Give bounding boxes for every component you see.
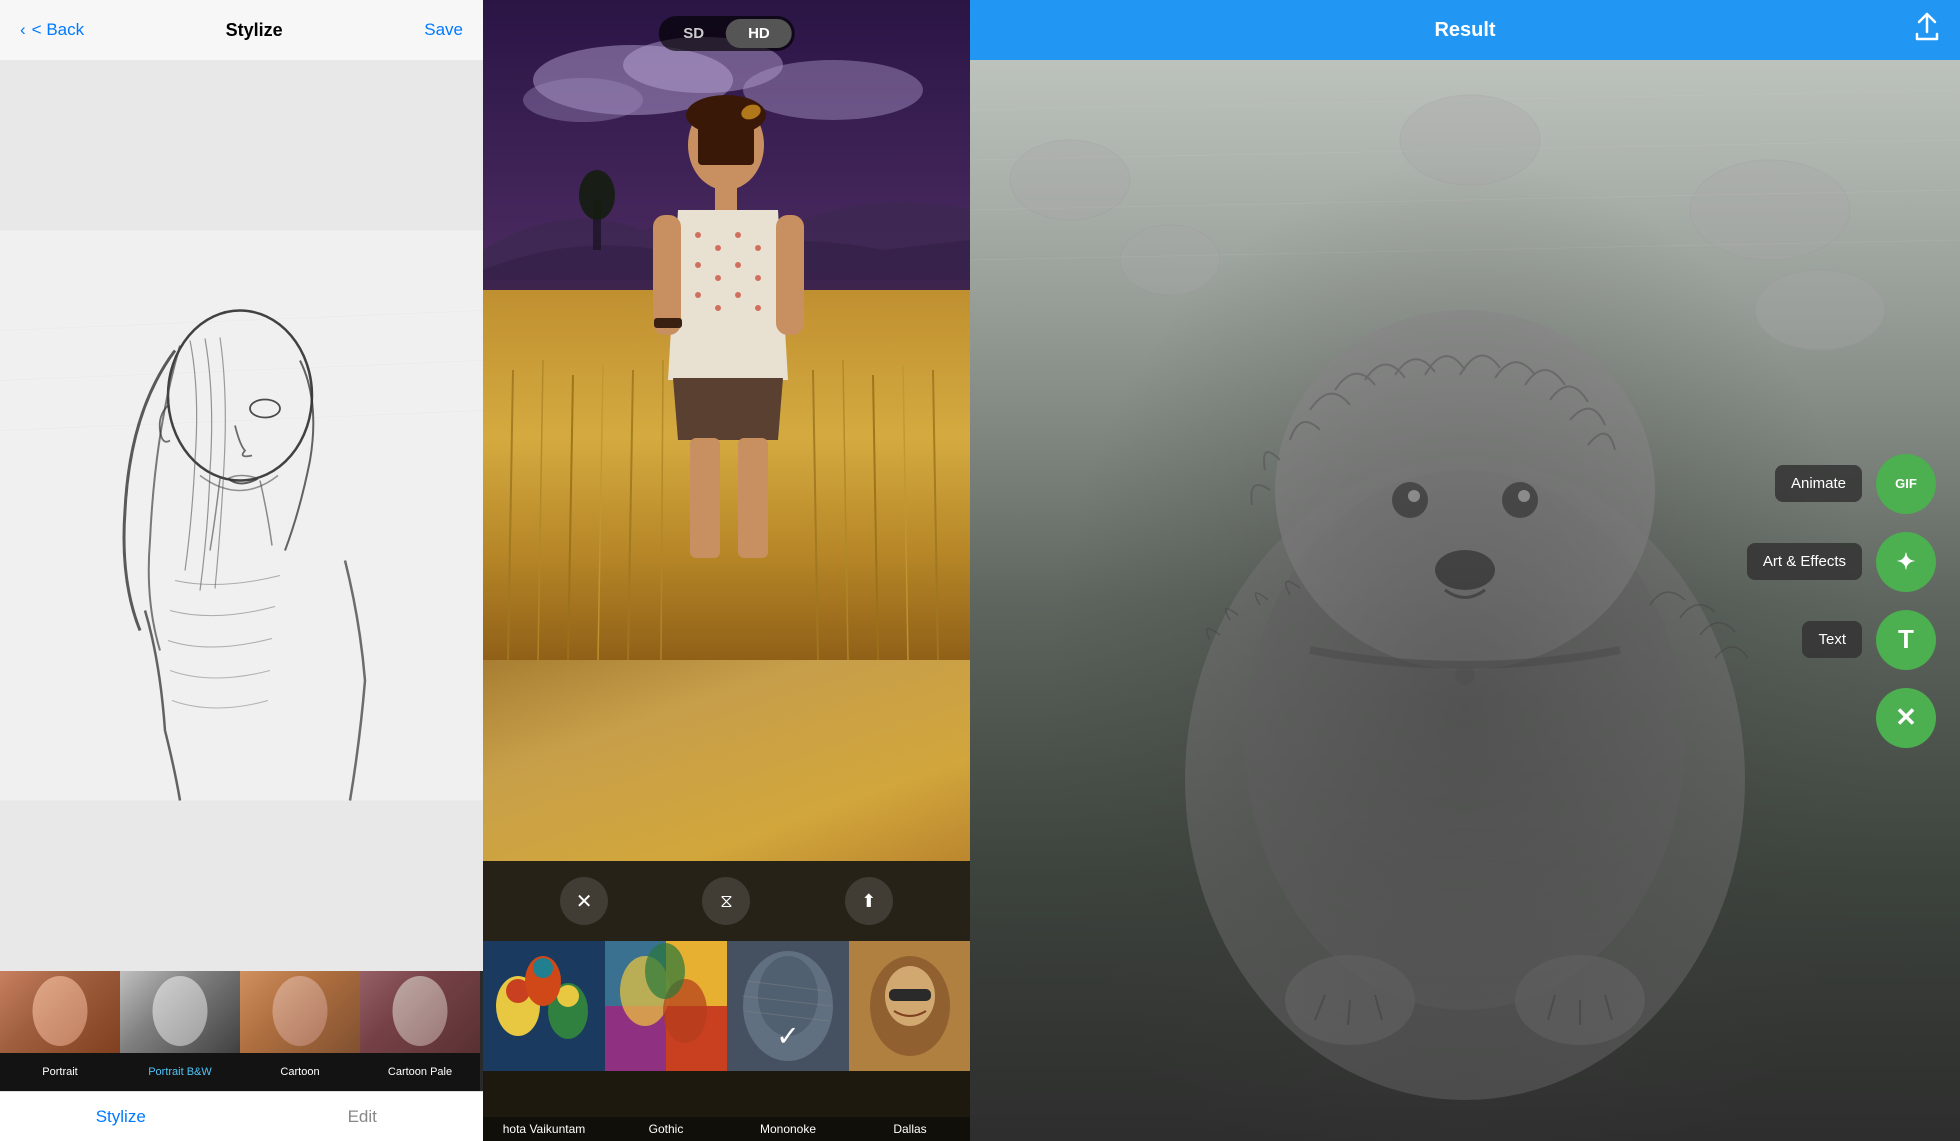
gif-icon: GIF bbox=[1895, 476, 1917, 491]
result-share-button[interactable] bbox=[1914, 12, 1940, 48]
text-label: Text bbox=[1802, 621, 1862, 658]
portrait-face bbox=[33, 976, 88, 1046]
quality-hd-button[interactable]: HD bbox=[726, 19, 792, 48]
result-header: Result bbox=[970, 0, 1960, 60]
edit-tab-label: Edit bbox=[348, 1107, 377, 1127]
quality-toggle: SD HD bbox=[658, 16, 795, 51]
style-item-gothic[interactable]: Gothic bbox=[605, 941, 727, 1141]
result-title: Result bbox=[1434, 19, 1495, 42]
quality-sd-button[interactable]: SD bbox=[661, 19, 726, 48]
dallas-preview bbox=[849, 941, 970, 1071]
cartoon-pale-label: Cartoon Pale bbox=[360, 1053, 480, 1091]
stylize-panel: ‹ < Back Stylize Save bbox=[0, 0, 483, 1141]
chevron-left-icon: ‹ bbox=[20, 20, 26, 40]
tab-stylize[interactable]: Stylize bbox=[0, 1092, 242, 1141]
tab-edit[interactable]: Edit bbox=[242, 1092, 484, 1141]
animate-label: Animate bbox=[1775, 465, 1862, 502]
close-button[interactable]: ✕ bbox=[560, 877, 608, 925]
art-effects-button[interactable]: ✦ bbox=[1876, 532, 1936, 592]
filter-thumb-portrait[interactable]: Portrait bbox=[0, 971, 120, 1091]
vaikuntam-preview bbox=[483, 941, 605, 1071]
mononoke-selected-check: ✓ bbox=[776, 1020, 799, 1053]
style-strip: hota Vaikuntam Gothic bbox=[483, 941, 970, 1141]
editor-panel: SD HD bbox=[483, 0, 970, 1141]
portrait-label: Portrait bbox=[0, 1053, 120, 1091]
close-row: ✕ bbox=[1747, 688, 1936, 748]
filter-thumbnails-strip: Portrait Portrait B&W Cartoon Cartoon Pa… bbox=[0, 971, 483, 1091]
stylize-tab-label: Stylize bbox=[96, 1107, 146, 1127]
page-title: Stylize bbox=[226, 20, 283, 41]
gothic-label: Gothic bbox=[605, 1117, 727, 1141]
style-item-mononoke[interactable]: ✓ Mononoke bbox=[727, 941, 849, 1141]
result-panel: Result bbox=[970, 0, 1960, 1141]
action-buttons-group: Animate GIF Art & Effects ✦ Text T ✕ bbox=[1747, 454, 1936, 748]
cartoon-face bbox=[273, 976, 328, 1046]
share-button[interactable]: ⬆ bbox=[845, 877, 893, 925]
back-label[interactable]: < Back bbox=[32, 20, 84, 40]
art-effects-label: Art & Effects bbox=[1747, 543, 1862, 580]
animate-row: Animate GIF bbox=[1747, 454, 1936, 514]
gothic-preview bbox=[605, 941, 727, 1071]
cartoon-thumb-image bbox=[240, 971, 360, 1053]
sketch-preview-area bbox=[0, 60, 483, 971]
cartoon-label: Cartoon bbox=[240, 1053, 360, 1091]
back-button[interactable]: ‹ < Back bbox=[20, 20, 84, 40]
text-icon: T bbox=[1898, 624, 1914, 655]
filter-thumb-cartoon[interactable]: Cartoon bbox=[240, 971, 360, 1091]
share-icon bbox=[1914, 12, 1940, 42]
save-button[interactable]: Save bbox=[424, 20, 463, 40]
editor-preview-image bbox=[483, 0, 970, 861]
panel-header: ‹ < Back Stylize Save bbox=[0, 0, 483, 60]
portrait-thumb-image bbox=[0, 971, 120, 1053]
adjust-button[interactable]: ⧖ bbox=[702, 877, 750, 925]
sparkle-icon: ✦ bbox=[1897, 549, 1915, 575]
portrait-bw-thumb-image bbox=[120, 971, 240, 1053]
portrait-bw-label: Portrait B&W bbox=[120, 1053, 240, 1091]
text-row: Text T bbox=[1747, 610, 1936, 670]
cartoon-pale-thumb-image bbox=[360, 971, 480, 1053]
cartoon-pale-face bbox=[393, 976, 448, 1046]
animate-button[interactable]: GIF bbox=[1876, 454, 1936, 514]
dallas-label: Dallas bbox=[849, 1117, 970, 1141]
filter-thumb-cartoon-pale[interactable]: Cartoon Pale bbox=[360, 971, 480, 1091]
filter-thumb-portrait-bw[interactable]: Portrait B&W bbox=[120, 971, 240, 1091]
portrait-bw-face bbox=[153, 976, 208, 1046]
editor-controls-bar: ✕ ⧖ ⬆ bbox=[483, 861, 970, 941]
text-button[interactable]: T bbox=[1876, 610, 1936, 670]
art-effects-row: Art & Effects ✦ bbox=[1747, 532, 1936, 592]
sketch-image bbox=[0, 60, 483, 971]
close-icon: ✕ bbox=[1895, 702, 1917, 733]
field-scene-svg bbox=[483, 0, 970, 660]
bottom-tabs: Stylize Edit bbox=[0, 1091, 483, 1141]
mononoke-label: Mononoke bbox=[727, 1117, 849, 1141]
style-item-dallas[interactable]: Dallas bbox=[849, 941, 970, 1141]
vaikuntam-label: hota Vaikuntam bbox=[483, 1117, 605, 1141]
close-result-button[interactable]: ✕ bbox=[1876, 688, 1936, 748]
style-item-vaikuntam[interactable]: hota Vaikuntam bbox=[483, 941, 605, 1141]
result-preview-image: Animate GIF Art & Effects ✦ Text T ✕ bbox=[970, 60, 1960, 1141]
